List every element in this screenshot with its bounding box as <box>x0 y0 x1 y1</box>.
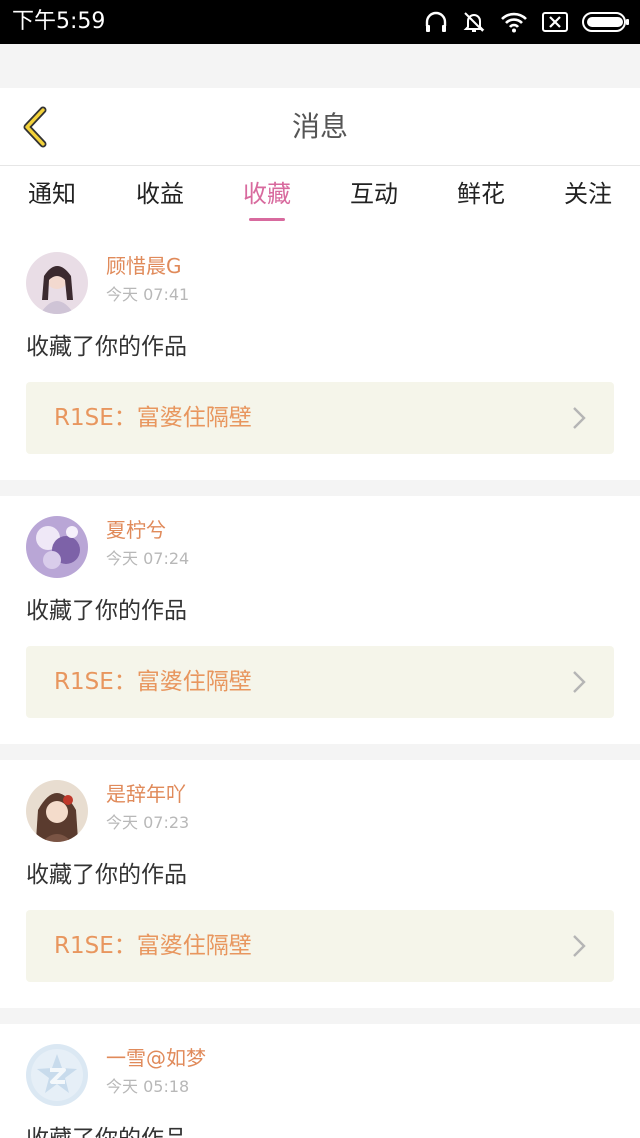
avatar[interactable] <box>26 780 88 842</box>
user-name[interactable]: 是辞年吖 <box>106 780 186 808</box>
message-text: 收藏了你的作品 <box>26 862 187 888</box>
headphones-icon <box>425 11 447 32</box>
message-text: 收藏了你的作品 <box>26 1122 187 1138</box>
battery-icon <box>582 12 629 32</box>
message-card: 顾惜晨G 今天 07:41 收藏了你的作品 R1SE：富婆住隔壁 <box>0 232 640 480</box>
chevron-right-icon <box>573 671 586 693</box>
user-name[interactable]: 夏柠兮 <box>106 516 166 544</box>
work-title: R1SE：富婆住隔壁 <box>54 669 252 695</box>
message-time: 今天 07:23 <box>106 813 190 832</box>
message-text: 收藏了你的作品 <box>26 334 187 360</box>
chevron-right-icon <box>573 935 586 957</box>
avatar[interactable] <box>26 516 88 578</box>
wifi-icon <box>501 12 527 33</box>
status-icons <box>424 8 630 36</box>
tab-notifications[interactable]: 通知 <box>12 176 92 212</box>
tab-earnings[interactable]: 收益 <box>120 176 200 212</box>
tab-follows[interactable]: 关注 <box>548 176 628 212</box>
chevron-right-icon <box>573 407 586 429</box>
work-title: R1SE：富婆住隔壁 <box>54 933 252 959</box>
page-title: 消息 <box>291 110 348 143</box>
message-card: 是辞年吖 今天 07:23 收藏了你的作品 R1SE：富婆住隔壁 <box>0 760 640 1008</box>
work-link[interactable]: R1SE：富婆住隔壁 <box>26 910 614 982</box>
header: 消息 <box>0 88 640 166</box>
message-card: 夏柠兮 今天 07:24 收藏了你的作品 R1SE：富婆住隔壁 <box>0 496 640 744</box>
work-title: R1SE：富婆住隔壁 <box>54 405 252 431</box>
user-name[interactable]: 顾惜晨G <box>106 252 182 280</box>
message-time: 今天 07:24 <box>106 549 190 568</box>
message-text: 收藏了你的作品 <box>26 598 187 624</box>
avatar[interactable] <box>26 252 88 314</box>
top-spacer <box>0 44 640 88</box>
avatar[interactable] <box>26 1044 88 1106</box>
tab-favorites[interactable]: 收藏 <box>227 176 307 212</box>
status-time: 下午5:59 <box>12 9 106 34</box>
sim-off-icon <box>542 12 568 32</box>
message-time: 今天 05:18 <box>106 1077 190 1096</box>
bell-off-icon <box>463 12 485 32</box>
user-name[interactable]: 一雪@如梦 <box>106 1044 206 1072</box>
message-card: 一雪@如梦 今天 05:18 收藏了你的作品 <box>0 1024 640 1138</box>
work-link[interactable]: R1SE：富婆住隔壁 <box>26 646 614 718</box>
status-bar: 下午5:59 <box>0 0 640 44</box>
tab-bar: 通知 收益 收藏 互动 鲜花 关注 <box>0 166 640 232</box>
tab-interactions[interactable]: 互动 <box>334 176 414 212</box>
work-link[interactable]: R1SE：富婆住隔壁 <box>26 382 614 454</box>
active-tab-indicator <box>249 218 285 221</box>
tab-flowers[interactable]: 鲜花 <box>441 176 521 212</box>
message-time: 今天 07:41 <box>106 285 190 304</box>
